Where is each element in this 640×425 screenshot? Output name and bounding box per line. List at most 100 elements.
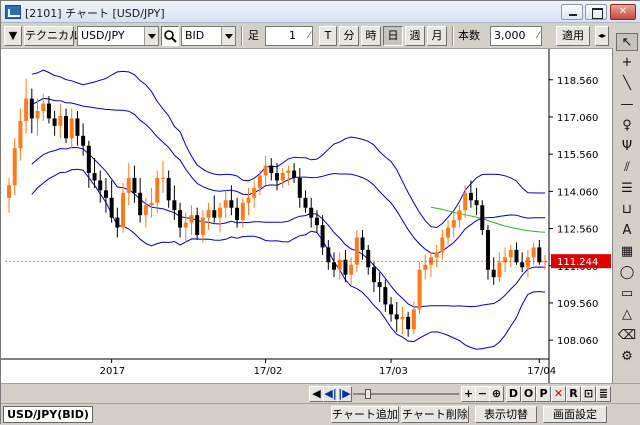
candle-body [206, 210, 211, 218]
candle [417, 262, 422, 315]
scroll-left-button[interactable]: ◀| [323, 386, 338, 402]
candle-body [35, 111, 40, 119]
candle-body [434, 252, 439, 258]
search-button[interactable] [161, 26, 179, 46]
price-tick-label: 115.560 [557, 150, 598, 161]
candle-body [69, 118, 74, 139]
trendline-tool[interactable]: ╲ [616, 75, 638, 93]
magnify-button[interactable]: ⊕ [489, 386, 504, 402]
print-button[interactable]: ⊡ [581, 386, 596, 402]
eraser-tool[interactable]: ⌫ [616, 327, 638, 345]
candle [29, 88, 34, 134]
candle-body [46, 103, 51, 119]
candle [217, 202, 222, 233]
candle-body [75, 118, 80, 136]
candle-body [394, 314, 399, 320]
triangle-tool[interactable]: △ [616, 306, 638, 324]
candle-body [132, 177, 137, 193]
close-icon: ✕ [618, 6, 628, 17]
candlestick-chart[interactable]: 118.560117.060115.560114.060112.560111.0… [1, 49, 613, 383]
channel-tool[interactable]: ⊔ [616, 201, 638, 219]
zoom-in-button[interactable]: + [461, 386, 476, 402]
candle [172, 185, 177, 221]
candle [463, 185, 468, 218]
maximize-button[interactable] [585, 4, 607, 20]
cursor-tool[interactable]: ↖ [616, 33, 638, 51]
rectangle-tool[interactable]: ▭ [616, 285, 638, 303]
period-day-button[interactable]: 日 [383, 26, 403, 46]
period-tick-button[interactable]: T [319, 26, 337, 46]
candle-body [349, 264, 354, 275]
bottom-bar: USD/JPY(BID) チャート追加 チャート削除 表示切替 画面設定 [1, 403, 640, 425]
technical-button[interactable]: テクニカル [24, 26, 80, 46]
candle [400, 306, 405, 335]
text-tool[interactable]: A [616, 222, 638, 240]
chart-tab-usdjpy[interactable]: USD/JPY(BID) [3, 406, 93, 423]
list-icon: ≣ [598, 387, 609, 400]
chart-scrollbar[interactable] [353, 389, 459, 399]
count-input[interactable]: 3,000 ⁄ [490, 26, 542, 46]
hline-tool[interactable]: — [616, 96, 638, 114]
delete-chart-button[interactable]: チャート削除 [401, 406, 469, 423]
menu-dropdown-button[interactable]: ▼ [4, 26, 22, 46]
fib-fan-tool[interactable]: ⫽ [616, 159, 638, 177]
add-chart-button[interactable]: チャート追加 [331, 406, 399, 423]
ellipse-tool[interactable]: ◯ [616, 264, 638, 282]
minimize-button[interactable] [561, 4, 583, 20]
candle [480, 200, 485, 235]
candle [428, 252, 433, 278]
d-button[interactable]: D [506, 386, 521, 402]
candle [103, 177, 108, 213]
spinner-icon[interactable]: ⁄ [537, 27, 539, 45]
scroll-thumb[interactable] [365, 389, 371, 399]
period-week-button[interactable]: 週 [405, 26, 425, 46]
apply-button[interactable]: 適用 [556, 26, 590, 46]
ellipse-icon: ◯ [619, 265, 635, 280]
candle [423, 254, 428, 280]
price-type-value: BID [185, 29, 205, 42]
candle [286, 165, 291, 186]
candle [297, 168, 302, 208]
scroll-right-button[interactable]: |▶ [337, 386, 352, 402]
candle-body [183, 222, 188, 228]
crosshair-tool[interactable]: + [616, 54, 638, 72]
list-button[interactable]: ≣ [596, 386, 611, 402]
spinner-icon[interactable]: ⁄ [308, 27, 310, 45]
o-button[interactable]: O [521, 386, 536, 402]
candle [383, 279, 388, 312]
settings-tool[interactable]: ⚙ [616, 348, 638, 366]
candle-body [126, 177, 131, 193]
candle-body [235, 207, 240, 221]
fib-retracement-tool[interactable]: ☰ [616, 180, 638, 198]
toolbar-divider [241, 26, 243, 46]
fan-tool[interactable]: Ψ [616, 138, 638, 156]
alert-tool[interactable]: ♀ [616, 117, 638, 135]
candle [24, 78, 29, 134]
candle [485, 225, 490, 280]
time-tick-label: 2017 [100, 366, 125, 377]
period-minute-button[interactable]: 分 [339, 26, 359, 46]
r-button[interactable]: R [566, 386, 581, 402]
candle-body [292, 170, 297, 178]
grid-tool[interactable]: ▦ [616, 243, 638, 261]
scroll-start-button[interactable]: ◀ [309, 386, 324, 402]
period-hour-button[interactable]: 時 [361, 26, 381, 46]
delete-drawing-button[interactable]: ✕ [551, 386, 566, 402]
fib-fan-icon: ⫽ [624, 160, 630, 175]
zoom-out-button[interactable]: − [475, 386, 490, 402]
screen-settings-button[interactable]: 画面設定 [543, 406, 607, 423]
period-month-button[interactable]: 月 [427, 26, 447, 46]
close-button[interactable]: ✕ [610, 4, 636, 20]
candle [86, 140, 91, 188]
candle [178, 202, 183, 238]
candle [121, 182, 126, 233]
toggle-display-button[interactable]: 表示切替 [475, 406, 537, 423]
toolbar-expand-button[interactable]: ◂▸ [595, 26, 609, 46]
price-type-select[interactable]: BID [181, 26, 236, 46]
symbol-value: USD/JPY [81, 29, 125, 42]
candle-body [121, 192, 126, 228]
price-chart[interactable]: 118.560117.060115.560114.060112.560111.0… [1, 49, 613, 383]
ashi-input[interactable]: 1 ⁄ [265, 26, 313, 46]
symbol-select[interactable]: USD/JPY [77, 26, 159, 46]
p-button[interactable]: P [536, 386, 551, 402]
